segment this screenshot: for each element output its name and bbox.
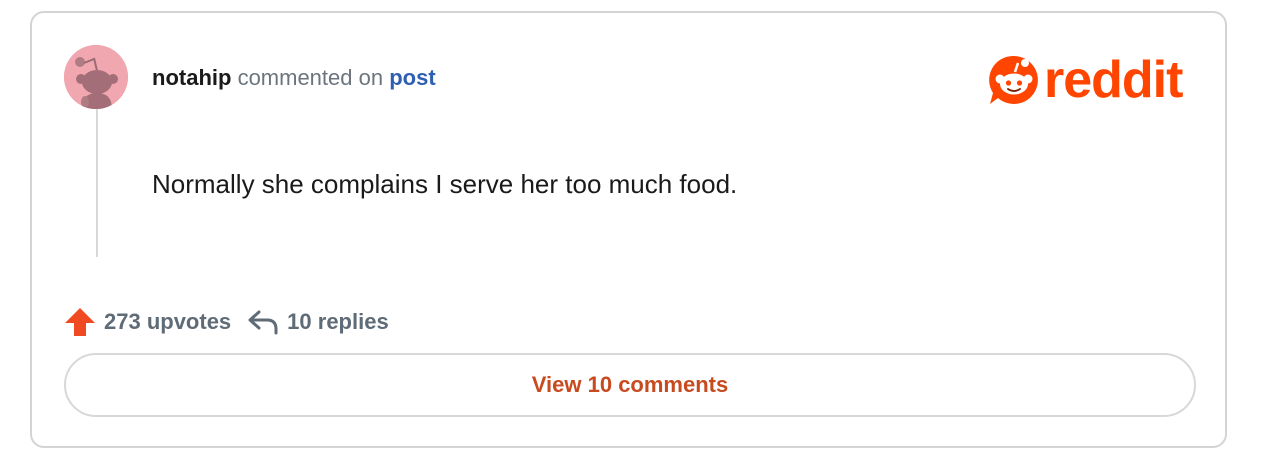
upvote-stat[interactable]: 273 upvotes <box>64 306 231 338</box>
view-comments-button[interactable]: View 10 comments <box>64 353 1196 417</box>
post-link[interactable]: post <box>389 65 435 90</box>
upvote-arrow-icon[interactable] <box>64 306 96 338</box>
comment-header: notahip commented on post <box>152 64 436 92</box>
snoo-avatar-icon[interactable] <box>64 45 128 109</box>
comment-stats: 273 upvotes 10 replies <box>64 306 389 338</box>
reddit-logo[interactable]: reddit <box>986 51 1198 109</box>
reddit-wordmark: reddit <box>1044 51 1183 109</box>
action-text: commented on <box>237 65 384 90</box>
reply-count: 10 replies <box>287 309 389 334</box>
reply-stat[interactable]: 10 replies <box>247 308 389 336</box>
username[interactable]: notahip <box>152 65 231 90</box>
comment-text: Normally she complains I serve her too m… <box>152 169 738 199</box>
reply-arrow-icon[interactable] <box>247 308 279 336</box>
reddit-snoo-icon <box>989 55 1038 104</box>
upvote-count: 273 upvotes <box>104 309 232 334</box>
comment-card: notahip commented on post reddit Normall… <box>30 11 1227 448</box>
thread-line <box>96 109 98 257</box>
